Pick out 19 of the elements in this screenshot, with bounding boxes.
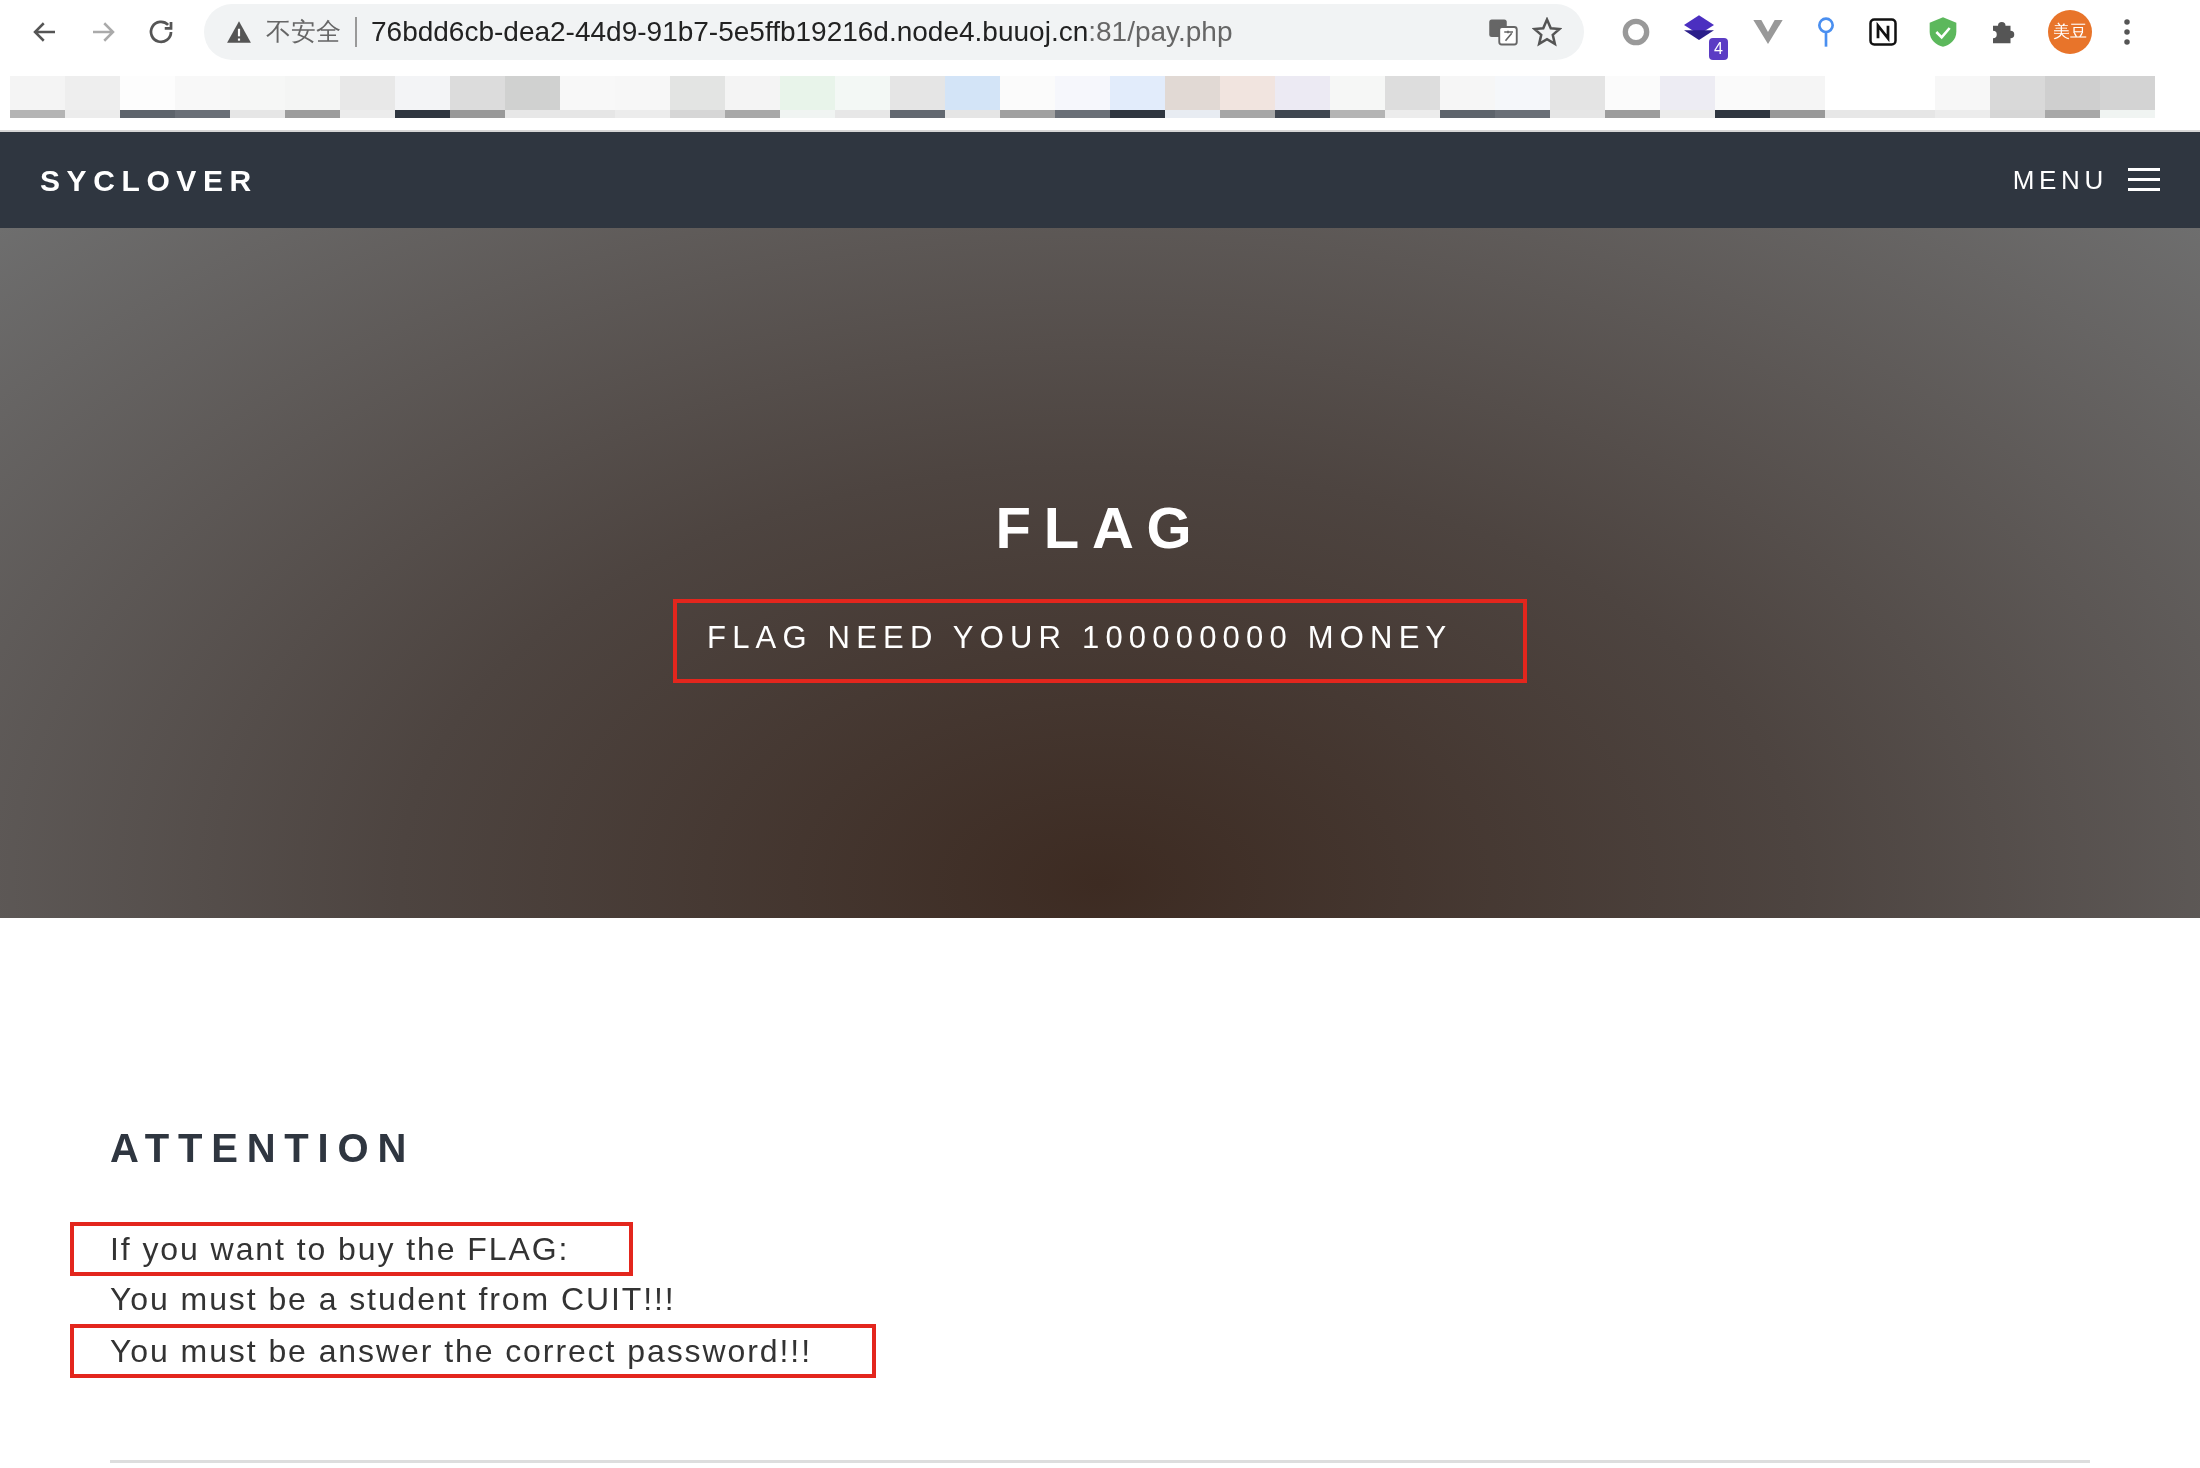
section-heading: ATTENTION (110, 1125, 417, 1172)
menu-button[interactable]: MENU (2012, 160, 2160, 200)
menu-icon (2128, 166, 2160, 194)
address-bar[interactable]: 不安全 76bdd6cb-dea2-44d9-91b7-5e5ffb19216d.node4.buuoj.cn:81/pay.php (204, 4, 1584, 60)
extension-badge: 4 (1709, 38, 1728, 60)
v-icon[interactable] (1752, 18, 1784, 46)
circle-icon[interactable] (1620, 16, 1652, 48)
hero-subtitle: FLAG NEED YOUR 100000000 MONEY (707, 619, 1453, 655)
star-icon[interactable] (1532, 17, 1562, 47)
more-icon[interactable] (2122, 17, 2132, 47)
attention-text: You must be a student from CUIT!!! (110, 1280, 676, 1319)
hero-title: FLAG (995, 493, 1205, 562)
url-text: 76bdd6cb-dea2-44d9-91b7-5e5ffb19216d.node4.buuoj.cn:81/pay.php (371, 15, 1233, 49)
warning-icon (226, 20, 252, 44)
security-label: 不安全 (266, 16, 341, 49)
attention-text: You must be answer the correct password!!! (110, 1332, 812, 1371)
notion-icon[interactable] (1868, 17, 1898, 47)
brand-logo[interactable]: SYCLOVER (40, 157, 258, 203)
attention-text: If you want to buy the FLAG: (110, 1230, 570, 1269)
